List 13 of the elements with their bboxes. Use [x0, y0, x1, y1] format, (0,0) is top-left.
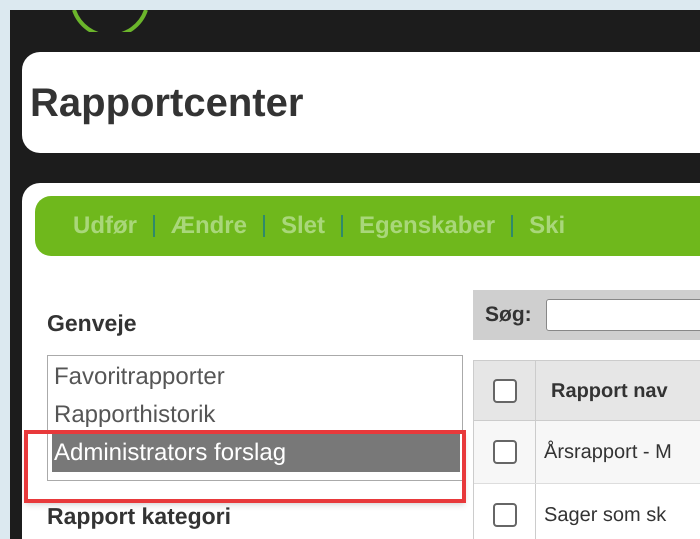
- section-heading: Genveje: [47, 312, 138, 335]
- search-field[interactable]: [546, 299, 700, 331]
- search-label: Søg:: [485, 302, 532, 328]
- shortcut-item[interactable]: Administrators forslag: [52, 434, 460, 472]
- shortcut-listbox[interactable]: Favoritrapporter Rapporthistorik Administrators forslag: [47, 355, 463, 481]
- logo-arc-icon: [70, 10, 150, 32]
- checkbox[interactable]: [492, 440, 516, 464]
- page-title: Rapportcenter: [30, 82, 304, 122]
- section-heading: Rapport kategori: [47, 505, 232, 528]
- table-cell-text: Årsrapport - M: [543, 440, 673, 465]
- table-cell-text: Sager som sk: [543, 503, 668, 528]
- checkbox[interactable]: [492, 503, 516, 527]
- checkbox[interactable]: [492, 378, 516, 402]
